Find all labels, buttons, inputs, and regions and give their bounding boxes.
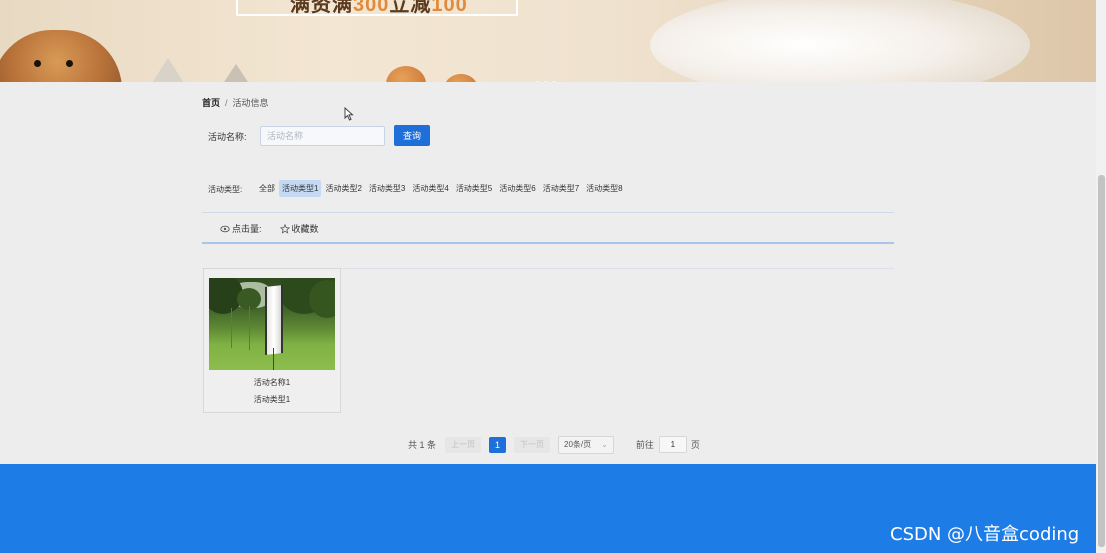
breadcrumb-home[interactable]: 首页 [202, 98, 220, 108]
breadcrumb-separator: / [225, 98, 228, 108]
type-filter-option-6[interactable]: 活动类型6 [496, 180, 538, 197]
watermark: CSDN @八音盒coding [890, 524, 1080, 545]
chevron-down-icon: ⌄ [601, 439, 608, 449]
type-filter-list: 全部 活动类型1 活动类型2 活动类型3 活动类型4 活动类型5 活动类型6 活… [256, 180, 627, 197]
banner-slogan-number: 300 [353, 0, 390, 16]
banner-cat-ear [150, 58, 186, 82]
scrollbar-thumb[interactable] [1098, 175, 1105, 547]
type-filter-option-8[interactable]: 活动类型8 [583, 180, 625, 197]
banner-ball [444, 74, 478, 82]
sort-by-favorites[interactable]: 收藏数 [279, 222, 319, 235]
banner-fluffy-pet [650, 0, 1030, 82]
goto-suffix: 页 [690, 440, 700, 450]
carousel-dot[interactable] [552, 81, 556, 82]
banner-slogan-number: 100 [431, 0, 468, 16]
activity-title[interactable]: 活动名称1 [204, 377, 340, 388]
banner-slogan: 满资满300立减100 [290, 0, 468, 17]
page-size-value: 20条/页 [564, 439, 592, 449]
carousel-dot[interactable] [544, 81, 548, 82]
page-size-select[interactable]: 20条/页 ⌄ [558, 435, 614, 454]
pagination-total: 共 1 条 [408, 440, 437, 450]
search-label: 活动名称: [208, 132, 247, 142]
pagination: 共 1 条 上一页 1 下一页 20条/页 ⌄ 前往 页 [408, 435, 700, 454]
eye-icon [220, 225, 230, 232]
type-filter-option-3[interactable]: 活动类型3 [366, 180, 408, 197]
banner-dog-image [0, 30, 122, 82]
sort-bar: 点击量: 收藏数 [220, 222, 319, 235]
type-filter-option-4[interactable]: 活动类型4 [409, 180, 451, 197]
breadcrumb: 首页 / 活动信息 [202, 96, 269, 109]
type-filter-label: 活动类型: [208, 185, 243, 194]
goto-page-input[interactable] [658, 436, 687, 453]
page-number-current[interactable]: 1 [489, 436, 507, 453]
banner-slogan-text: 满资满 [290, 0, 353, 16]
banner-cat-ear [220, 64, 252, 82]
banner-ball [386, 66, 426, 82]
type-filter-option-1[interactable]: 活动类型1 [279, 180, 322, 197]
type-filter-option-7[interactable]: 活动类型7 [540, 180, 582, 197]
activity-type: 活动类型1 [253, 395, 291, 404]
activity-card[interactable]: 活动名称1 活动类型1 [203, 268, 341, 413]
goto-label: 前往 [635, 440, 654, 450]
mouse-cursor-icon [344, 107, 354, 121]
banner-carousel[interactable]: 满资满300立减100 [0, 0, 1096, 82]
sort-by-clicks[interactable]: 点击量: [220, 222, 262, 235]
next-page-button[interactable]: 下一页 [514, 436, 551, 453]
search-button[interactable]: 查询 [394, 125, 430, 146]
prev-page-button[interactable]: 上一页 [445, 436, 482, 453]
sort-clicks-label: 点击量: [232, 224, 262, 234]
star-icon [279, 223, 290, 234]
activity-image[interactable] [209, 278, 335, 370]
type-filter-option-5[interactable]: 活动类型5 [453, 180, 495, 197]
carousel-indicators[interactable] [536, 72, 560, 82]
activity-name-input[interactable] [260, 126, 385, 146]
type-filter-all[interactable]: 全部 [256, 180, 278, 197]
breadcrumb-current: 活动信息 [232, 98, 269, 108]
type-filter-option-2[interactable]: 活动类型2 [322, 180, 364, 197]
carousel-dot[interactable] [536, 81, 540, 82]
divider [202, 212, 894, 213]
sort-underline [202, 242, 894, 244]
sort-favorites-label: 收藏数 [291, 224, 319, 234]
banner-slogan-text: 立减 [389, 0, 432, 16]
